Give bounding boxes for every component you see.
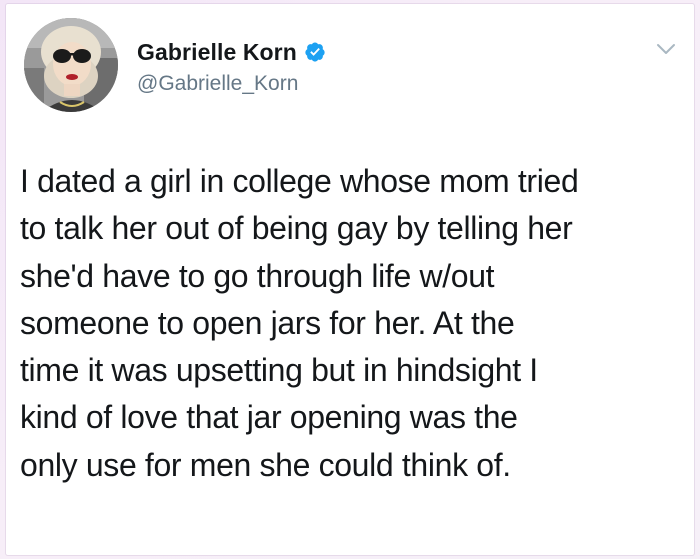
chevron-down-icon[interactable] [656, 42, 676, 56]
author-name-row: Gabrielle Korn [137, 38, 326, 66]
tweet-text-line: kind of love that jar opening was the [20, 399, 518, 436]
tweet-text-line: to talk her out of being gay by telling … [20, 210, 573, 247]
verified-badge-icon [304, 41, 326, 63]
avatar-photo [24, 18, 118, 112]
tweet-text-line: only use for men she could think of. [20, 446, 511, 483]
display-name[interactable]: Gabrielle Korn [137, 39, 297, 66]
tweet-card: Gabrielle Korn @Gabrielle_Korn I dated a… [6, 4, 694, 555]
user-handle[interactable]: @Gabrielle_Korn [137, 72, 298, 96]
avatar[interactable] [24, 18, 118, 112]
tweet-text-line: I dated a girl in college whose mom trie… [20, 163, 579, 199]
tweet-text-line: time it was upsetting but in hindsight I [20, 352, 538, 389]
tweet-text: I dated a girl in college whose mom trie… [20, 158, 688, 489]
tweet-text-line: she'd have to go through life w/out [20, 257, 495, 294]
tweet-text-line: someone to open jars for her. At the [20, 304, 515, 341]
